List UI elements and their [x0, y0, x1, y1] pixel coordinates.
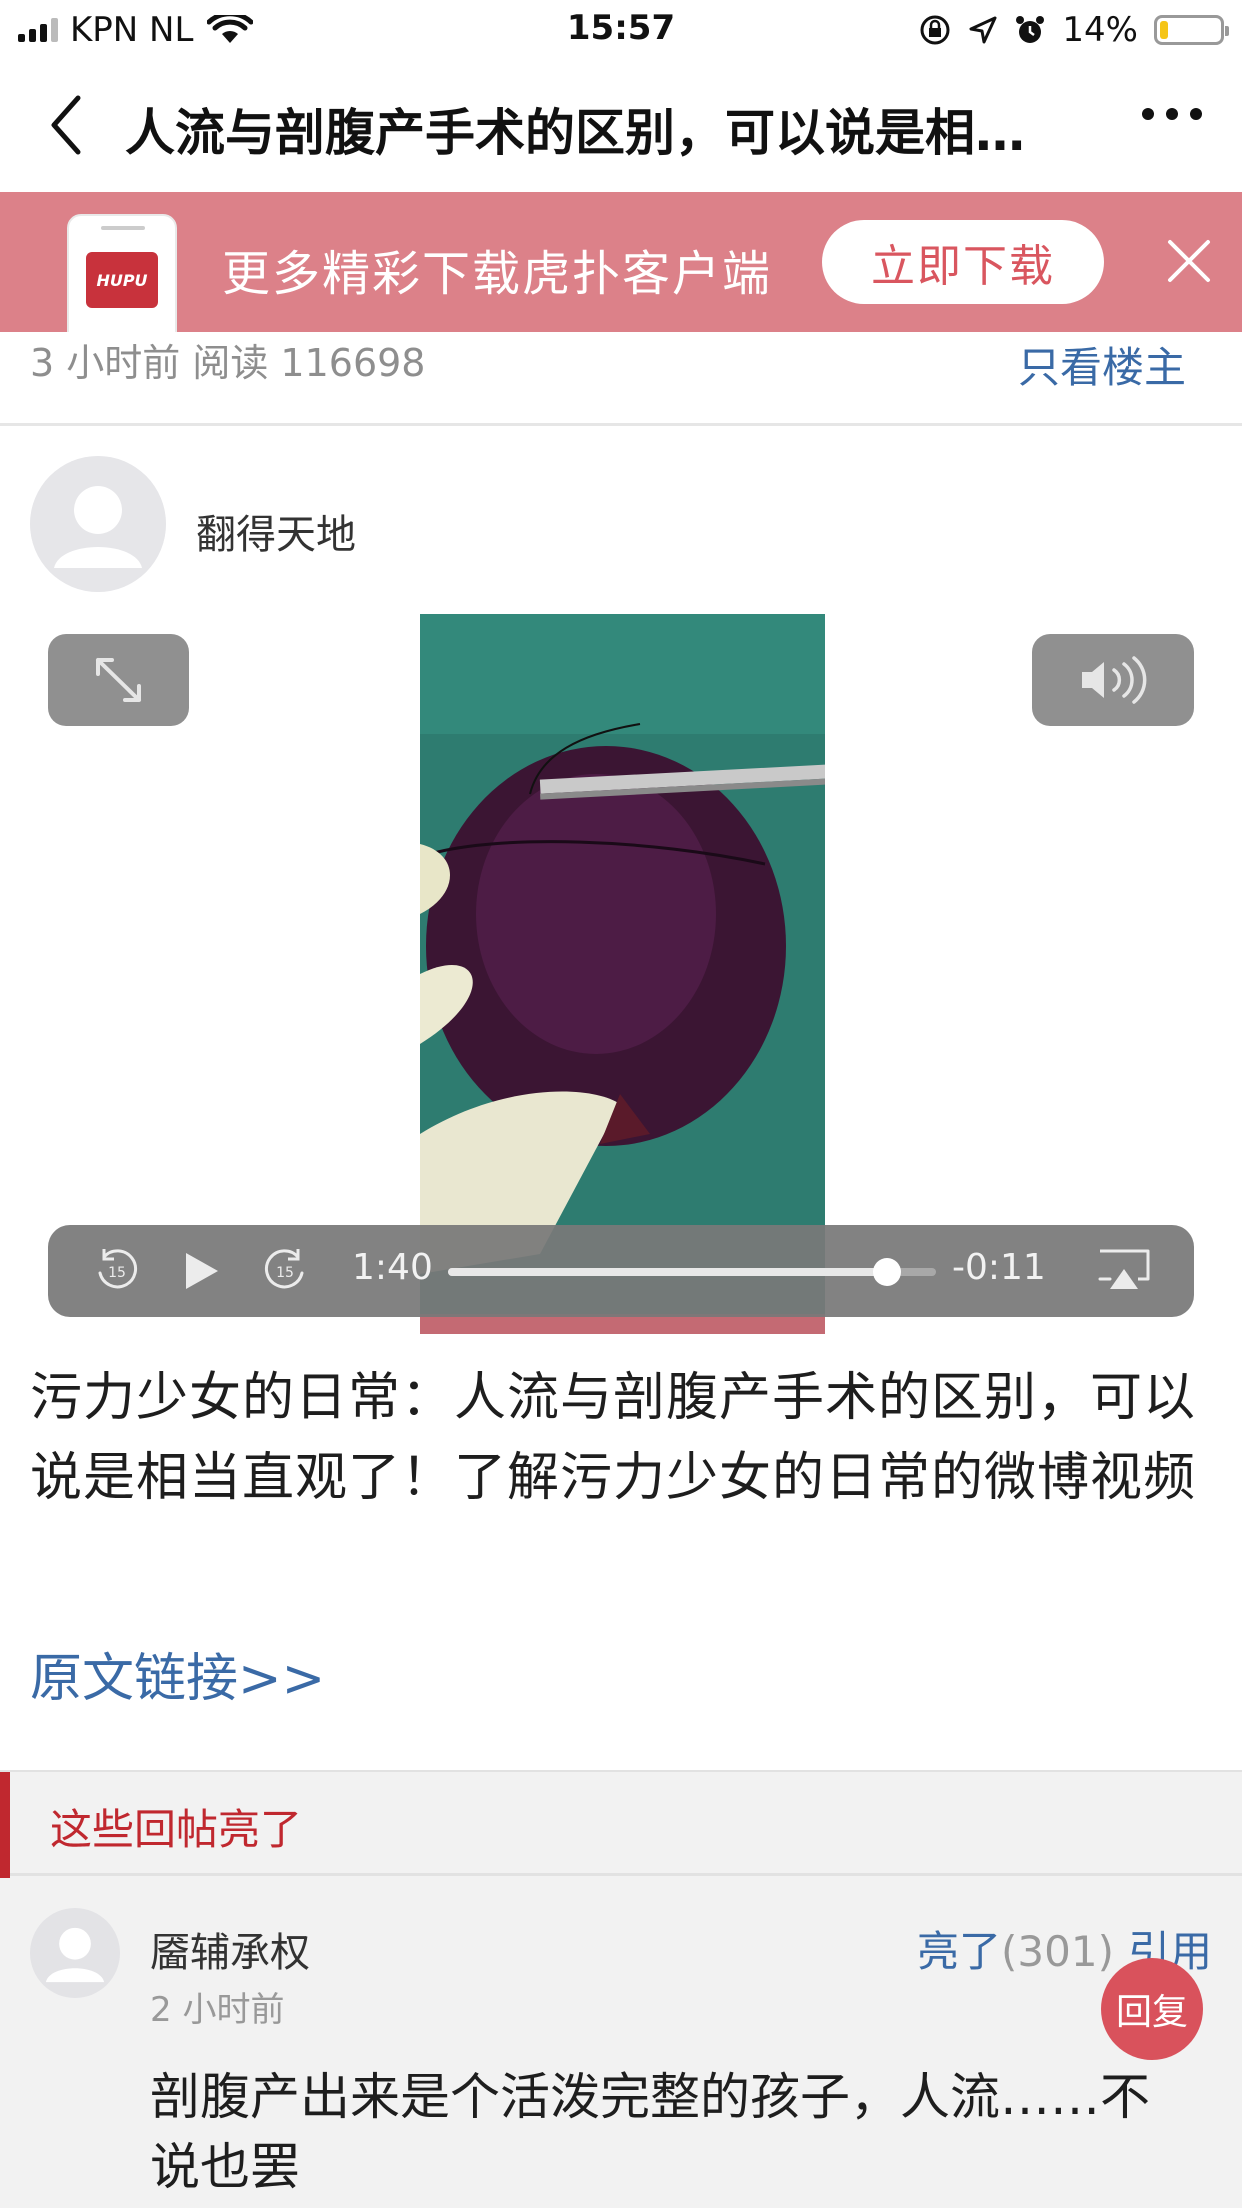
status-right: 14% [918, 10, 1229, 50]
reply-avatar[interactable] [30, 1908, 120, 1998]
rotation-lock-icon [920, 15, 950, 45]
skip-forward-icon[interactable]: 15 [260, 1245, 310, 1295]
battery-level [1160, 21, 1168, 39]
divider [0, 423, 1242, 426]
section-title: 这些回帖亮了 [50, 1805, 303, 1854]
skip-back-icon[interactable]: 15 [92, 1245, 142, 1295]
progress-knob[interactable] [873, 1258, 902, 1286]
volume-button[interactable] [1032, 634, 1194, 726]
fullscreen-button[interactable] [48, 634, 189, 726]
skip-back-label: 15 [108, 1265, 126, 1281]
status-bar: KPN NL 15:57 14% [0, 0, 1242, 60]
author-name[interactable]: 翻得天地 [196, 502, 356, 560]
alarm-icon [1016, 16, 1045, 43]
light-count: (301) [1001, 1927, 1114, 1976]
page-title: 人流与剖腹产手术的区别，可以说是相当直观了！了解污力少女的日常的微博视频 [125, 104, 1065, 162]
airplay-icon[interactable] [1096, 1247, 1152, 1293]
back-button[interactable] [40, 88, 100, 162]
progress-fill [448, 1268, 888, 1276]
skip-forward-label: 15 [276, 1265, 294, 1281]
reply-text: 剖腹产出来是个活泼完整的孩子，人流……不说也罢 [150, 2068, 1150, 2196]
battery-percent: 14% [1062, 10, 1138, 50]
elapsed-time: 1:40 [352, 1247, 433, 1288]
banner-text: 更多精彩下载虎扑客户端 [222, 246, 773, 302]
reply-time: 2 小时前 [150, 1990, 285, 2030]
app-phone-icon: HUPU [67, 214, 177, 332]
location-icon [969, 16, 997, 44]
only-op-link[interactable]: 只看楼主 [1018, 334, 1186, 395]
nav-bar: 人流与剖腹产手术的区别，可以说是相当直观了！了解污力少女的日常的微博视频 [0, 60, 1242, 190]
video-controls: 15 15 1:40 -0:11 [48, 1225, 1194, 1317]
download-banner[interactable]: HUPU 更多精彩下载虎扑客户端 立即下载 [0, 192, 1242, 332]
original-link[interactable]: 原文链接>> [30, 1636, 325, 1711]
hupu-logo: HUPU [86, 252, 158, 308]
lit-replies-header: 这些回帖亮了 [0, 1770, 1242, 1878]
post-body: 污力少女的日常：人流与剖腹产手术的区别，可以说是相当直观了！了解污力少女的日常的… [30, 1368, 1197, 1508]
download-now-button[interactable]: 立即下载 [822, 220, 1104, 304]
progress-track[interactable] [448, 1258, 936, 1286]
reply-button[interactable]: 回复 [1101, 1958, 1203, 2060]
battery-icon [1154, 15, 1229, 45]
close-icon[interactable] [1166, 238, 1212, 284]
accent-bar [0, 1772, 10, 1878]
play-icon[interactable] [178, 1247, 224, 1295]
avatar[interactable] [30, 456, 166, 592]
more-options-icon[interactable] [1142, 108, 1202, 120]
post-meta: 3 小时前 阅读 116698 [30, 341, 426, 385]
remaining-time: -0:11 [952, 1247, 1046, 1288]
light-up-button[interactable]: 亮了 [917, 1927, 1001, 1976]
reply-username[interactable]: 靥辅承权 [150, 1920, 310, 1978]
